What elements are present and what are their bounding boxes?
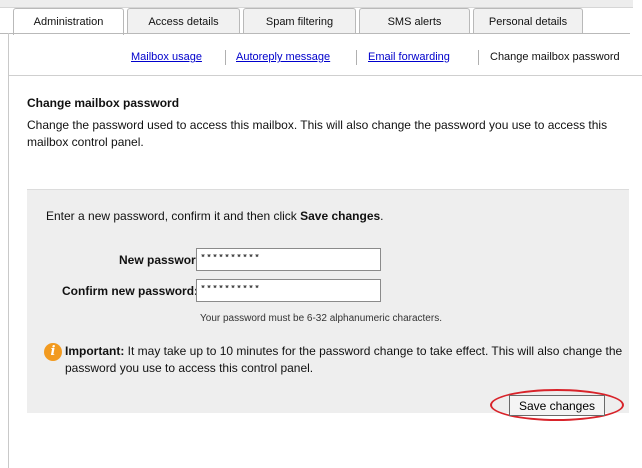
- subnav-separator: [478, 50, 479, 65]
- top-strip-fill: [0, 0, 633, 8]
- tabs-baseline: [0, 33, 630, 34]
- save-changes-button[interactable]: Save changes: [509, 395, 605, 416]
- subnav-link-email-forwarding[interactable]: Email forwarding: [368, 51, 450, 63]
- section-description: Change the password used to access this …: [27, 118, 608, 149]
- password-hint: Your password must be 6-32 alphanumeric …: [200, 313, 442, 324]
- info-icon: i: [44, 343, 62, 361]
- tab-personal-details[interactable]: Personal details: [473, 8, 583, 34]
- save-changes-highlight: Save changes: [490, 389, 624, 421]
- form-intro-end: .: [380, 209, 384, 223]
- subnav-separator: [356, 50, 357, 65]
- tab-bar: Administration Access details Spam filte…: [0, 8, 642, 35]
- new-password-label: New password:: [119, 253, 208, 267]
- section-title: Change mailbox password: [27, 96, 180, 110]
- important-note-text: It may take up to 10 minutes for the pas…: [65, 344, 623, 375]
- confirm-password-input[interactable]: [196, 279, 381, 302]
- tab-access-details[interactable]: Access details: [127, 8, 240, 34]
- top-strip: [0, 0, 642, 8]
- tab-sms-alerts[interactable]: SMS alerts: [359, 8, 470, 34]
- change-password-form: Enter a new password, confirm it and the…: [27, 189, 629, 421]
- form-intro: Enter a new password, confirm it and the…: [46, 209, 384, 223]
- subnav-divider: [9, 75, 642, 76]
- tab-spam-filtering[interactable]: Spam filtering: [243, 8, 356, 34]
- form-intro-text: Enter a new password, confirm it and the…: [46, 209, 301, 223]
- tab-administration[interactable]: Administration: [13, 8, 124, 35]
- form-intro-emphasis: Save changes: [300, 209, 381, 223]
- sub-navigation: Mailbox usage Autoreply message Email fo…: [0, 46, 642, 66]
- important-note-label: Important:: [65, 344, 125, 358]
- subnav-separator: [225, 50, 226, 65]
- subnav-current-change-mailbox-password: Change mailbox password: [490, 51, 620, 63]
- subnav-link-mailbox-usage[interactable]: Mailbox usage: [131, 51, 202, 63]
- left-border: [8, 33, 9, 468]
- confirm-password-label: Confirm new password:: [62, 284, 199, 298]
- new-password-input[interactable]: [196, 248, 381, 271]
- important-note: Important: It may take up to 10 minutes …: [65, 343, 625, 377]
- subnav-link-autoreply-message[interactable]: Autoreply message: [236, 51, 330, 63]
